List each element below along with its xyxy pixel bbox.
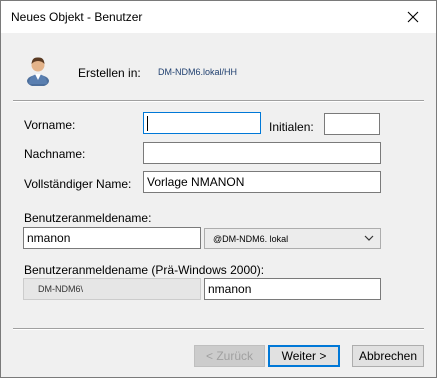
dialog-title: Neues Objekt - Benutzer — [11, 10, 143, 24]
full-name-field[interactable]: Vorlage NMANON — [143, 171, 381, 193]
initials-label: Initialen: — [269, 120, 314, 134]
chevron-down-icon — [364, 235, 374, 241]
pre2000-label: Benutzeranmeldename (Prä-Windows 2000): — [24, 263, 265, 277]
create-in-path: DM-NDM6.lokal/HH — [158, 67, 238, 77]
cancel-button[interactable]: Abbrechen — [352, 345, 424, 367]
logon-name-field[interactable]: nmanon — [23, 227, 201, 249]
next-button[interactable]: Weiter > — [268, 345, 340, 367]
user-icon — [27, 57, 49, 86]
top-divider — [13, 100, 424, 102]
close-icon — [407, 11, 419, 23]
title-bar: Neues Objekt - Benutzer — [1, 1, 436, 33]
create-in-label: Erstellen in: — [78, 66, 141, 80]
full-name-label: Vollständiger Name: — [24, 177, 132, 191]
domain-suffix-value: @DM-NDM6. lokal — [213, 234, 289, 244]
initials-field[interactable] — [324, 113, 380, 135]
new-user-dialog: Neues Objekt - Benutzer Erstellen in: DM… — [0, 0, 437, 378]
first-name-field[interactable] — [143, 112, 261, 134]
first-name-label: Vorname: — [24, 118, 76, 132]
text-caret — [147, 116, 148, 131]
pre2000-logon-field[interactable]: nmanon — [204, 278, 381, 300]
bottom-divider — [13, 328, 424, 330]
close-button[interactable] — [390, 1, 436, 33]
last-name-field[interactable] — [143, 142, 381, 164]
back-button[interactable]: < Zurück — [194, 345, 265, 367]
pre2000-domain-field: DM-NDM6\ — [23, 278, 201, 300]
logon-name-label: Benutzeranmeldename: — [24, 211, 152, 225]
last-name-label: Nachname: — [24, 147, 86, 161]
domain-suffix-dropdown[interactable]: @DM-NDM6. lokal — [204, 228, 381, 249]
